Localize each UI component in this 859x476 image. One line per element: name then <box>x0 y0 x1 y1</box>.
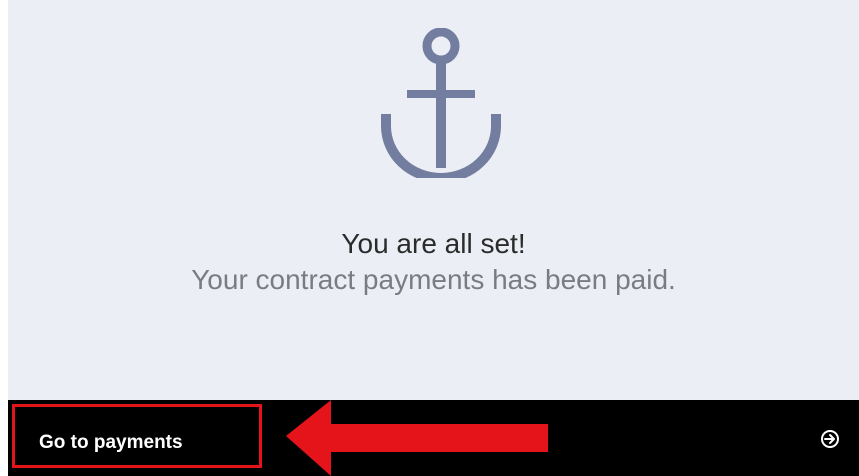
go-to-payments-button[interactable]: Go to payments <box>12 404 262 468</box>
arrow-circle-right-icon[interactable] <box>820 429 840 449</box>
success-card: You are all set! Your contract payments … <box>8 0 859 476</box>
message-block: You are all set! Your contract payments … <box>8 226 859 298</box>
success-title: You are all set! <box>341 228 526 259</box>
go-to-payments-label: Go to payments <box>39 432 183 453</box>
success-subtitle: Your contract payments has been paid. <box>191 264 676 295</box>
confirmation-panel: You are all set! Your contract payments … <box>8 0 859 400</box>
footer-bar: Go to payments <box>8 400 859 476</box>
anchor-icon <box>381 28 501 178</box>
red-arrow-icon <box>286 400 548 476</box>
